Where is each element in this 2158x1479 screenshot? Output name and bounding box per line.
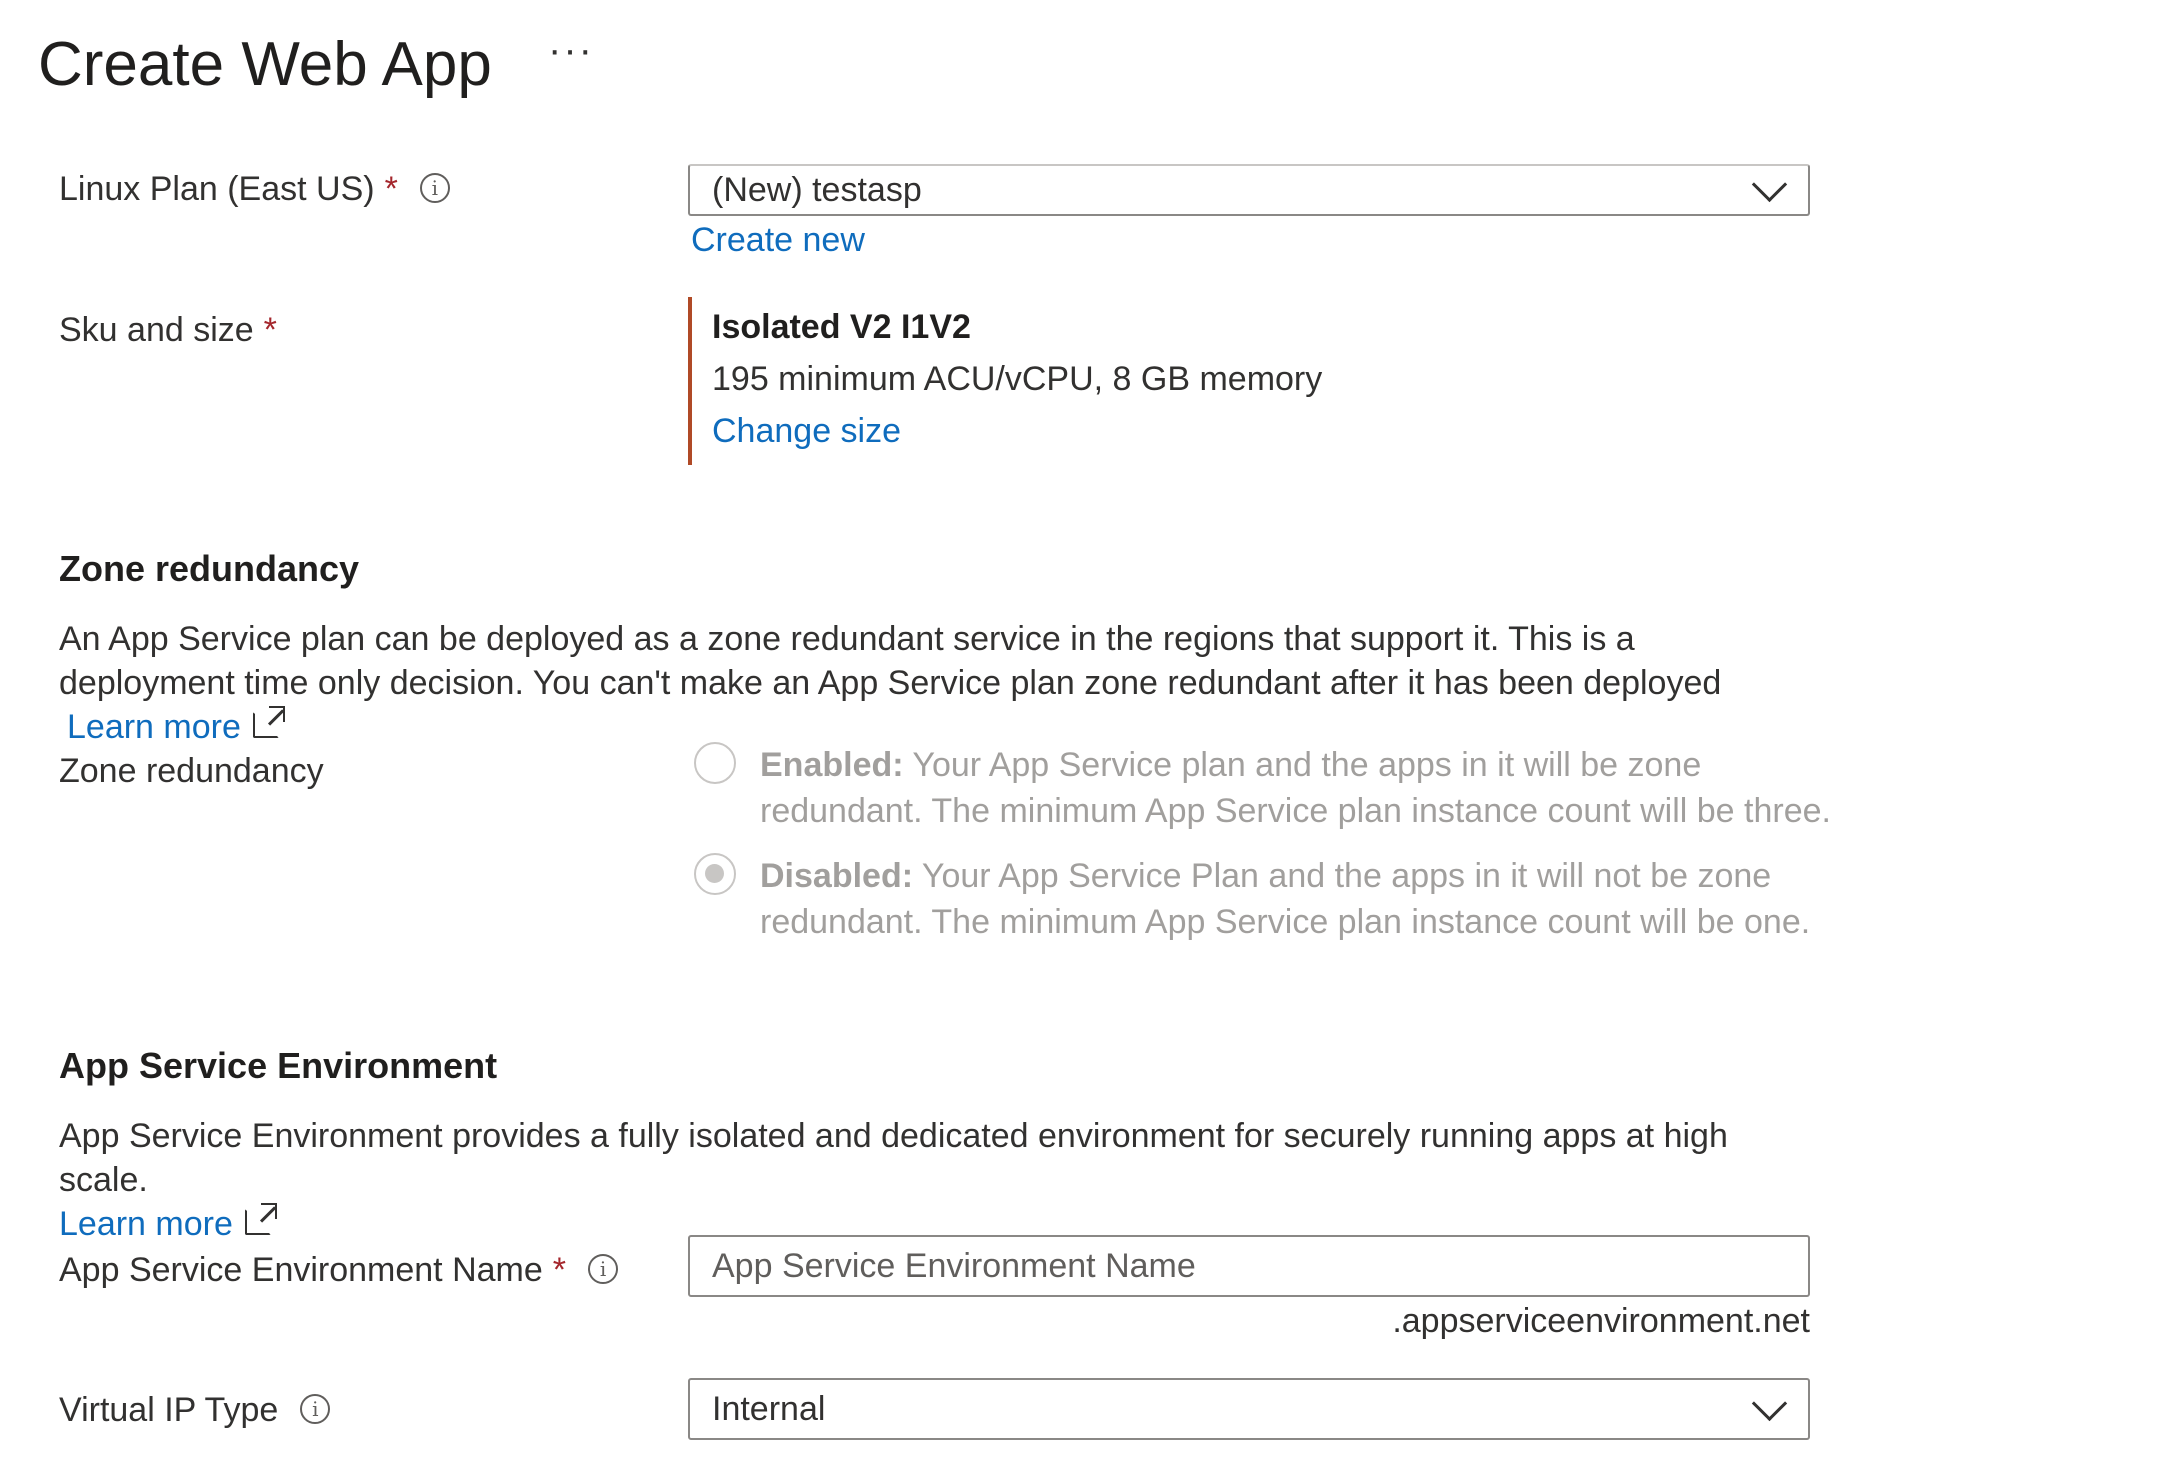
option-text: Your App Service plan and the apps in it…	[760, 746, 1831, 830]
page-title: Create Web App	[38, 30, 492, 99]
option-title: Enabled:	[760, 746, 904, 784]
zone-enabled-radio[interactable]	[694, 742, 736, 784]
vip-label-row: Virtual IP Type i	[59, 1388, 331, 1432]
more-options-button[interactable]: ···	[548, 28, 594, 73]
zone-enabled-option[interactable]: Enabled: Your App Service plan and the a…	[760, 742, 1860, 834]
learn-more-label: Learn more	[67, 708, 241, 746]
chevron-down-icon	[1751, 1385, 1788, 1422]
required-indicator: *	[552, 1251, 567, 1289]
required-indicator: *	[384, 170, 398, 208]
linux-plan-label: Linux Plan (East US)	[59, 170, 375, 208]
ase-name-input[interactable]: App Service Environment Name	[688, 1235, 1810, 1297]
create-new-link[interactable]: Create new	[691, 218, 865, 262]
zone-redundancy-description: An App Service plan can be deployed as a…	[59, 617, 1819, 749]
ase-heading: App Service Environment	[59, 1045, 498, 1086]
chevron-down-icon	[1751, 166, 1788, 203]
option-title: Disabled:	[760, 857, 914, 895]
ase-domain-suffix: .appserviceenvironment.net	[1392, 1302, 1810, 1340]
linux-plan-value: (New) testasp	[712, 170, 922, 209]
option-text: Your App Service Plan and the apps in it…	[760, 857, 1811, 941]
change-size-link[interactable]: Change size	[712, 405, 1322, 457]
ase-description: App Service Environment provides a fully…	[59, 1114, 1819, 1246]
linux-plan-label-row: Linux Plan (East US) * i	[59, 167, 450, 211]
zone-redundancy-field-label: Zone redundancy	[59, 752, 324, 790]
sku-description: 195 minimum ACU/vCPU, 8 GB memory	[712, 360, 1323, 398]
sku-summary: Isolated V2 I1V2 195 minimum ACU/vCPU, 8…	[688, 297, 1322, 465]
external-link-icon	[244, 1203, 277, 1236]
vip-type-dropdown[interactable]: Internal	[688, 1378, 1810, 1440]
info-icon[interactable]: i	[588, 1254, 619, 1285]
ase-name-label-row: App Service Environment Name * i	[59, 1248, 619, 1292]
info-icon[interactable]: i	[300, 1394, 331, 1425]
zone-disabled-option[interactable]: Disabled: Your App Service Plan and the …	[760, 853, 1860, 945]
sku-label: Sku and size	[59, 311, 254, 349]
ase-name-label: App Service Environment Name	[59, 1251, 543, 1289]
linux-plan-dropdown[interactable]: (New) testasp	[688, 164, 1810, 216]
zone-redundancy-heading: Zone redundancy	[59, 548, 360, 589]
sku-name: Isolated V2 I1V2	[712, 308, 971, 346]
ase-name-placeholder: App Service Environment Name	[712, 1246, 1196, 1285]
vip-label: Virtual IP Type	[59, 1391, 279, 1429]
zone-learn-more-link[interactable]: Learn more	[67, 706, 285, 746]
required-indicator: *	[263, 311, 277, 349]
zone-redundancy-text: An App Service plan can be deployed as a…	[59, 620, 1722, 702]
vip-type-value: Internal	[712, 1389, 826, 1428]
ase-learn-more-link[interactable]: Learn more	[59, 1203, 277, 1243]
learn-more-label: Learn more	[59, 1205, 233, 1243]
zone-disabled-radio[interactable]	[694, 853, 736, 895]
info-icon[interactable]: i	[419, 173, 450, 204]
ase-description-text: App Service Environment provides a fully…	[59, 1117, 1728, 1199]
sku-label-row: Sku and size *	[59, 308, 277, 352]
external-link-icon	[252, 706, 285, 739]
